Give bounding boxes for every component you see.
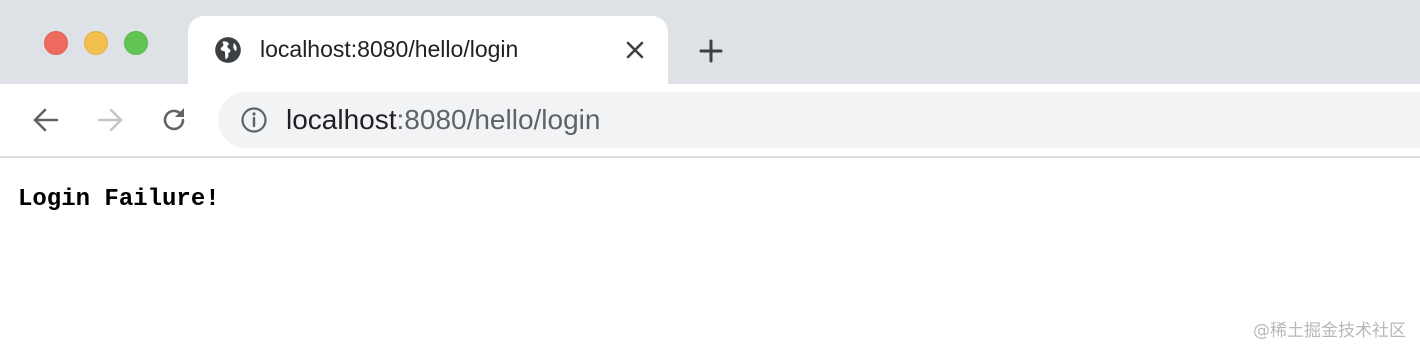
arrow-left-icon[interactable] [31,105,61,135]
browser-toolbar: localhost:8080/hello/login [0,84,1420,158]
reload-icon[interactable] [159,105,189,135]
new-tab-icon[interactable] [698,38,724,64]
browser-titlebar: localhost:8080/hello/login [0,0,1420,84]
address-url[interactable]: localhost:8080/hello/login [286,104,600,136]
window-zoom-button[interactable] [124,31,148,55]
window-close-button[interactable] [44,31,68,55]
close-tab-icon[interactable] [624,39,646,61]
address-bar[interactable]: localhost:8080/hello/login [218,92,1420,148]
tab-title: localhost:8080/hello/login [260,36,519,62]
address-path: :8080/hello/login [396,104,601,135]
address-host: localhost [286,104,397,135]
arrow-right-icon[interactable] [95,105,125,135]
page-message: Login Failure! [18,186,220,213]
globe-icon [215,37,241,63]
watermark-text: @稀土掘金技术社区 [1253,321,1406,341]
info-icon[interactable] [240,106,268,134]
window-minimize-button[interactable] [84,31,108,55]
browser-tab[interactable]: localhost:8080/hello/login [188,16,668,84]
